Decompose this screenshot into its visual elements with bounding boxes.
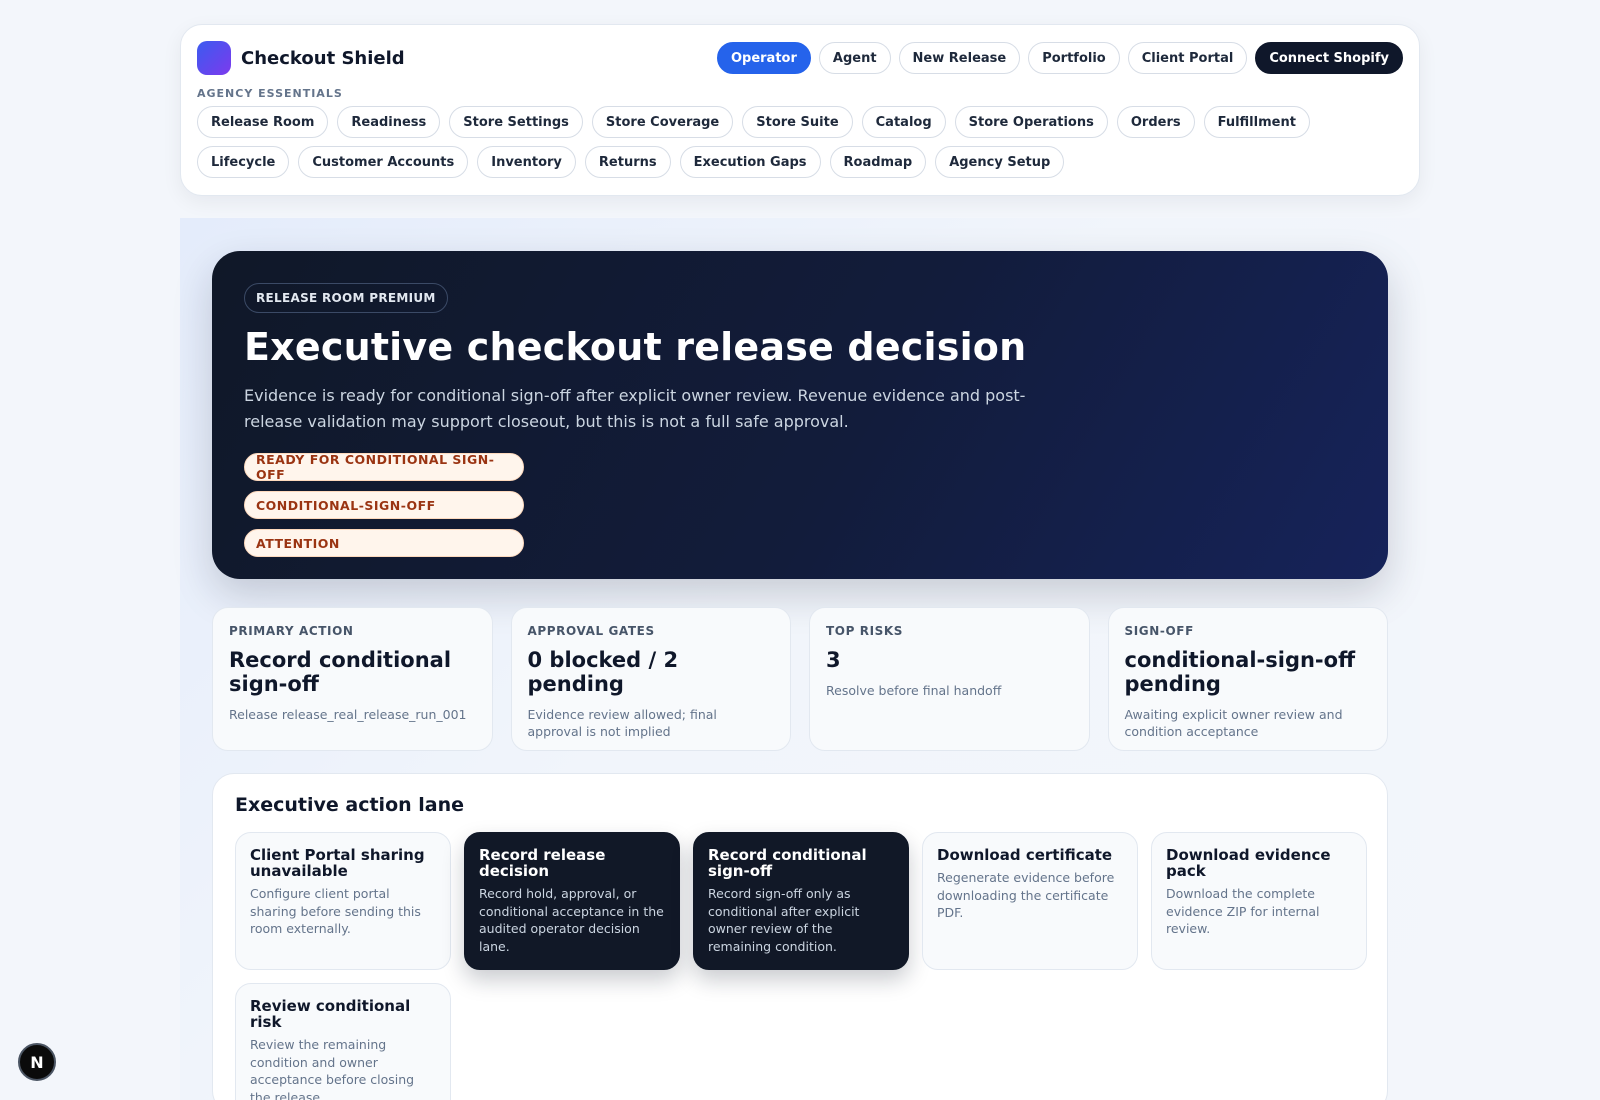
metric-value: conditional-sign-off pending: [1124, 648, 1356, 696]
status-badge: ATTENTION: [244, 529, 524, 557]
chip-store-settings[interactable]: Store Settings: [449, 106, 583, 138]
card-title: Download certificate: [937, 846, 1113, 864]
card-title: Client Portal sharing unavailable: [250, 846, 425, 880]
metric-approval-gates: APPROVAL GATES 0 blocked / 2 pending Evi…: [510, 607, 791, 751]
brand-logo-icon: [197, 41, 231, 75]
action-card-client-portal[interactable]: Client Portal sharing unavailable Config…: [235, 832, 451, 970]
metric-value: 0 blocked / 2 pending: [527, 648, 679, 696]
chip-orders[interactable]: Orders: [1116, 106, 1195, 138]
dev-tools-n-icon[interactable]: N: [18, 1043, 56, 1081]
chip-lifecycle[interactable]: Lifecycle: [197, 146, 290, 178]
chip-agency-setup[interactable]: Agency Setup: [935, 146, 1065, 178]
card-title: Review conditional risk: [250, 997, 411, 1031]
essentials-label: AGENCY ESSENTIALS: [197, 87, 343, 100]
metric-label: TOP RISKS: [826, 624, 904, 638]
metric-primary-action: PRIMARY ACTION Record conditional sign-o…: [212, 607, 493, 751]
metric-label: APPROVAL GATES: [527, 624, 655, 638]
lane-title: Executive action lane: [235, 794, 465, 816]
brand-row: Checkout Shield Operator Agent New Relea…: [197, 41, 1403, 75]
page-title: Executive checkout release decision: [244, 325, 1027, 369]
status-badge: CONDITIONAL-SIGN-OFF: [244, 491, 524, 519]
chip-returns[interactable]: Returns: [584, 146, 671, 178]
metric-note: Resolve before final handoff: [826, 683, 1002, 698]
chip-readiness[interactable]: Readiness: [337, 106, 441, 138]
action-card-record-release-decision[interactable]: Record release decision Record hold, app…: [464, 832, 680, 970]
hero-panel: RELEASE ROOM PREMIUM Executive checkout …: [212, 251, 1388, 579]
nav-button-agent[interactable]: Agent: [818, 42, 891, 74]
chip-inventory[interactable]: Inventory: [477, 146, 576, 178]
metric-label: SIGN-OFF: [1124, 624, 1194, 638]
nav-buttons: Operator Agent New Release Portfolio Cli…: [716, 42, 1403, 74]
status-tags: READY FOR CONDITIONAL SIGN-OFF CONDITION…: [244, 452, 1356, 557]
connect-shopify-button[interactable]: Connect Shopify: [1255, 42, 1403, 74]
card-description: Record sign-off only as conditional afte…: [708, 886, 860, 954]
metric-value: Record conditional sign-off: [229, 648, 452, 696]
card-title: Download evidence pack: [1166, 846, 1331, 880]
metrics-row: PRIMARY ACTION Record conditional sign-o…: [212, 607, 1388, 751]
card-title: Record release decision: [479, 846, 606, 880]
metric-note: Evidence review allowed; final approval …: [527, 707, 717, 739]
chip-release-room[interactable]: Release Room: [197, 106, 329, 138]
nav-button-portfolio[interactable]: Portfolio: [1028, 42, 1120, 74]
chip-execution-gaps[interactable]: Execution Gaps: [679, 146, 821, 178]
metric-note: Release release_real_release_run_001: [229, 707, 467, 722]
chip-catalog[interactable]: Catalog: [861, 106, 946, 138]
nav-button-new-release[interactable]: New Release: [898, 42, 1021, 74]
metric-top-risks: TOP RISKS 3 Resolve before final handoff: [809, 607, 1090, 751]
action-card-download-evidence-pack[interactable]: Download evidence pack Download the comp…: [1151, 832, 1367, 970]
metric-value: 3: [826, 648, 841, 672]
top-navigation: Checkout Shield Operator Agent New Relea…: [180, 24, 1420, 196]
essentials-chips: Release Room Readiness Store Settings St…: [197, 106, 1317, 178]
metric-note: Awaiting explicit owner review and condi…: [1124, 707, 1343, 739]
status-badge: READY FOR CONDITIONAL SIGN-OFF: [244, 452, 524, 482]
brand[interactable]: Checkout Shield: [197, 41, 405, 75]
card-description: Download the complete evidence ZIP for i…: [1166, 886, 1320, 936]
hero-description: Evidence is ready for conditional sign-o…: [244, 386, 1026, 431]
chip-fulfillment[interactable]: Fulfillment: [1203, 106, 1310, 138]
card-description: Regenerate evidence before downloading t…: [937, 870, 1115, 920]
action-card-download-certificate[interactable]: Download certificate Regenerate evidence…: [922, 832, 1138, 970]
metric-sign-off: SIGN-OFF conditional-sign-off pending Aw…: [1107, 607, 1388, 751]
card-description: Record hold, approval, or conditional ac…: [479, 886, 664, 954]
chip-customer-accounts[interactable]: Customer Accounts: [298, 146, 469, 178]
executive-action-lane: Executive action lane Client Portal shar…: [212, 773, 1388, 1100]
nav-button-client-portal[interactable]: Client Portal: [1127, 42, 1248, 74]
metric-label: PRIMARY ACTION: [229, 624, 354, 638]
card-title: Record conditional sign-off: [708, 846, 867, 880]
action-card-record-conditional-sign-off[interactable]: Record conditional sign-off Record sign-…: [693, 832, 909, 970]
nav-button-operator[interactable]: Operator: [716, 42, 811, 74]
hero-badge: RELEASE ROOM PREMIUM: [244, 283, 448, 313]
chip-store-suite[interactable]: Store Suite: [742, 106, 853, 138]
chip-store-coverage[interactable]: Store Coverage: [591, 106, 734, 138]
release-room-stage: RELEASE ROOM PREMIUM Executive checkout …: [180, 218, 1420, 1100]
card-description: Review the remaining condition and owner…: [250, 1037, 415, 1100]
action-card-review-conditional-risk[interactable]: Review conditional risk Review the remai…: [235, 983, 451, 1100]
card-description: Configure client portal sharing before s…: [250, 886, 421, 936]
brand-name: Checkout Shield: [241, 47, 405, 69]
chip-store-operations[interactable]: Store Operations: [954, 106, 1108, 138]
action-cards: Client Portal sharing unavailable Config…: [235, 832, 1367, 1100]
chip-roadmap[interactable]: Roadmap: [829, 146, 927, 178]
